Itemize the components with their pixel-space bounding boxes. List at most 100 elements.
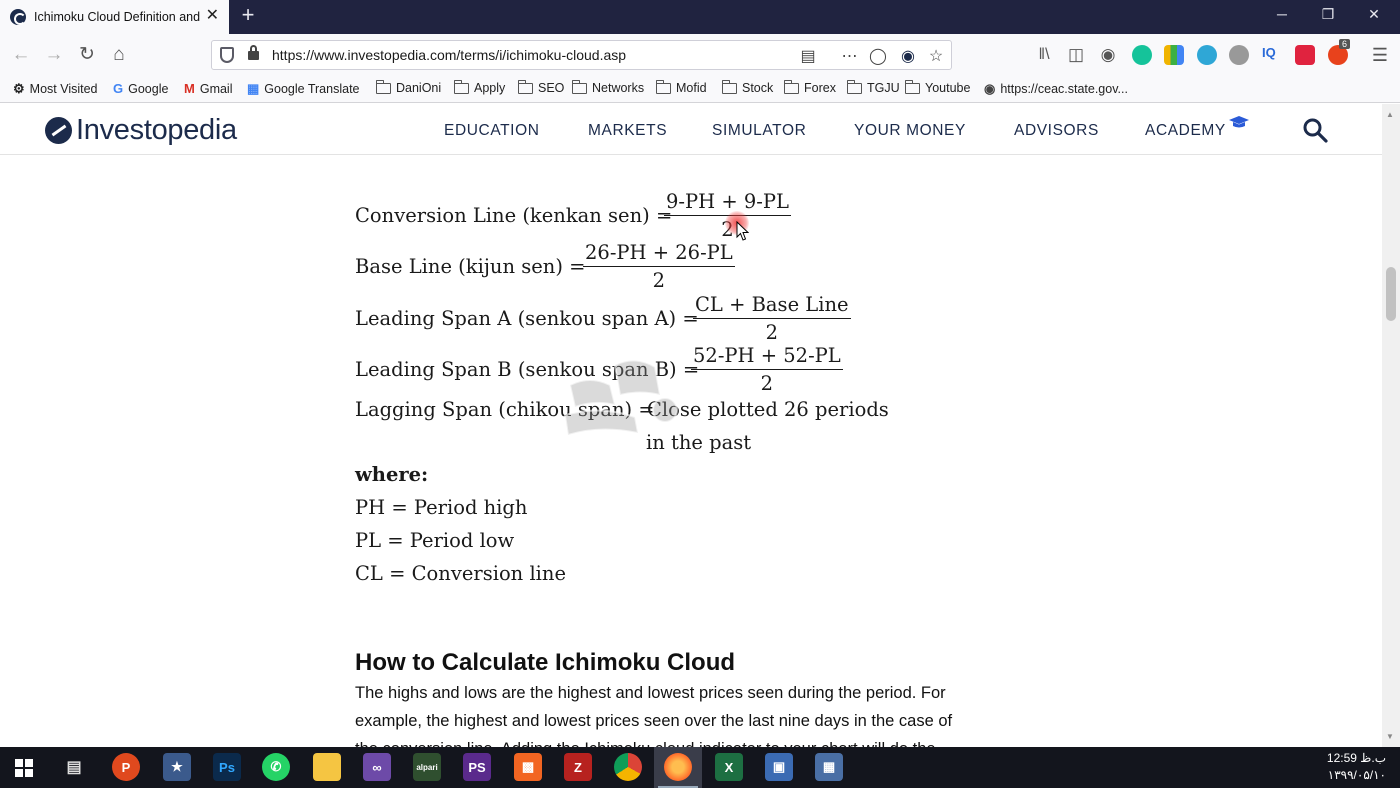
bookmark-forex[interactable]: Forex xyxy=(783,79,836,95)
nav-advisors[interactable]: ADVISORS xyxy=(1014,122,1099,140)
bookmark-mofid[interactable]: Mofid xyxy=(655,79,707,95)
formula-lagging-value-line2: in the past xyxy=(646,431,752,454)
browser-tab-strip: Ichimoku Cloud Definition and ✕ + ─ ❐ ✕ xyxy=(0,0,1400,34)
browser-tab-active[interactable]: Ichimoku Cloud Definition and ✕ xyxy=(0,0,229,34)
tab-close-icon[interactable]: ✕ xyxy=(206,8,219,24)
search-icon[interactable] xyxy=(1302,117,1328,143)
bookmark-apply[interactable]: Apply xyxy=(453,79,505,95)
where-heading: where: xyxy=(355,463,429,486)
nav-academy[interactable]: ACADEMY xyxy=(1145,122,1226,140)
new-tab-button[interactable]: + xyxy=(236,4,260,28)
formula-span-b-fraction: 52-PH + 52-PL 2 xyxy=(691,344,843,395)
folder-icon xyxy=(904,79,920,94)
app-p-icon[interactable]: P xyxy=(112,753,140,781)
whatsapp-icon[interactable]: ✆ xyxy=(262,753,290,781)
bookmark-gmail[interactable]: M Gmail xyxy=(184,81,233,96)
nav-simulator[interactable]: SIMULATOR xyxy=(712,122,806,140)
bookmarks-toolbar: ⚙ Most Visited G Google M Gmail ▦ Google Tra… xyxy=(0,76,1400,103)
bookmark-youtube[interactable]: Youtube xyxy=(904,79,970,95)
photoshop-icon[interactable]: Ps xyxy=(213,753,241,781)
nav-education[interactable]: EDUCATION xyxy=(444,122,540,140)
forward-arrow-icon[interactable]: → xyxy=(42,43,66,67)
red-extension-icon[interactable] xyxy=(1295,45,1315,65)
moon-extension-icon[interactable] xyxy=(1229,45,1249,65)
bookmark-networks[interactable]: Networks xyxy=(571,79,644,95)
nav-markets[interactable]: MARKETS xyxy=(588,122,667,140)
iq-extension-icon[interactable]: IQ xyxy=(1262,45,1282,65)
task-view-icon[interactable]: ▤ xyxy=(60,753,88,781)
sidebar-icon[interactable]: ◫ xyxy=(1064,43,1088,67)
bookmark-star-icon[interactable]: ☆ xyxy=(926,46,946,66)
folder-icon xyxy=(375,79,391,94)
fraction-numerator: 26-PH + 26-PL xyxy=(583,241,735,267)
definition-cl: CL = Conversion line xyxy=(355,562,567,585)
bookmark-tgju[interactable]: TGJU xyxy=(846,79,900,95)
notification-badge: 6 xyxy=(1339,39,1351,49)
analytics-icon[interactable] xyxy=(1164,45,1184,65)
bookmark-ceac[interactable]: ◉ https://ceac.state.gov... xyxy=(984,81,1128,97)
reload-icon[interactable]: ↻ xyxy=(75,43,99,67)
bookmark-stock[interactable]: Stock xyxy=(721,79,773,95)
gear-icon: ⚙ xyxy=(13,81,25,96)
minimize-button[interactable]: ─ xyxy=(1272,6,1292,22)
investopedia-logo-icon xyxy=(45,117,72,144)
restore-button[interactable]: ❐ xyxy=(1318,6,1338,23)
library-icon[interactable]: ‖\ xyxy=(1032,43,1056,67)
fraction-numerator: 52-PH + 52-PL xyxy=(691,344,843,370)
app-computer-icon[interactable]: ▣ xyxy=(765,753,793,781)
system-clock[interactable]: 12:59 ب.ظ ۱۳۹۹/۰۵/۱۰ xyxy=(1327,750,1386,784)
hamburger-menu-icon[interactable]: ☰ xyxy=(1368,43,1392,67)
site-header: Investopedia EDUCATION MARKETS SIMULATOR… xyxy=(0,104,1382,155)
bookmark-most-visited[interactable]: ⚙ Most Visited xyxy=(13,81,98,97)
folder-icon xyxy=(655,79,671,94)
back-arrow-icon[interactable]: ← xyxy=(9,43,33,67)
pocket-icon[interactable]: ◯ xyxy=(868,46,888,66)
firefox-icon[interactable] xyxy=(664,753,692,781)
scroll-down-arrow-icon[interactable]: ▼ xyxy=(1386,732,1394,741)
scrollbar-thumb[interactable] xyxy=(1386,267,1396,321)
calculator-icon[interactable]: ▦ xyxy=(815,753,843,781)
chrome-icon[interactable] xyxy=(614,753,642,781)
file-explorer-icon[interactable] xyxy=(313,753,341,781)
filezilla-icon[interactable]: Z xyxy=(564,753,592,781)
bookmark-google[interactable]: G Google xyxy=(113,81,168,96)
section-heading: How to Calculate Ichimoku Cloud xyxy=(355,649,736,676)
gear-extension-icon[interactable] xyxy=(1197,45,1217,65)
folder-icon xyxy=(846,79,862,94)
account-icon[interactable]: ◉ xyxy=(1096,43,1120,67)
shield-extension-icon[interactable]: 6 xyxy=(1328,39,1351,65)
page-actions-icon[interactable]: ⋯ xyxy=(840,46,860,66)
app-network-icon[interactable]: ★ xyxy=(163,753,191,781)
url-text[interactable]: https://www.investopedia.com/terms/i/ich… xyxy=(272,47,626,63)
address-bar[interactable]: https://www.investopedia.com/terms/i/ich… xyxy=(211,40,952,70)
investopedia-logo[interactable]: Investopedia xyxy=(45,114,237,147)
fraction-denominator: 2 xyxy=(652,269,666,292)
reader-view-icon[interactable]: ▤ xyxy=(798,46,818,66)
bookmark-seo[interactable]: SEO xyxy=(517,79,564,95)
lock-icon[interactable] xyxy=(248,45,259,60)
clock-date: ۱۳۹۹/۰۵/۱۰ xyxy=(1327,768,1386,782)
home-icon[interactable]: ⌂ xyxy=(107,43,131,67)
grammarly-icon[interactable] xyxy=(1132,45,1152,65)
bookmark-google-translate[interactable]: ▦ Google Translate xyxy=(247,81,360,97)
phpstorm-icon[interactable]: PS xyxy=(463,753,491,781)
formula-span-a-fraction: CL + Base Line 2 xyxy=(693,293,851,344)
bookmark-danioni[interactable]: DaniOni xyxy=(375,79,441,95)
extension-a-icon[interactable]: ◉ xyxy=(898,46,918,66)
clock-time: 12:59 ب.ظ xyxy=(1326,751,1386,765)
page-scrollbar[interactable]: ▲ ▼ xyxy=(1382,104,1400,747)
windows-start-icon[interactable] xyxy=(15,759,33,777)
folder-icon xyxy=(453,79,469,94)
app-orange-icon[interactable]: ▩ xyxy=(514,753,542,781)
fraction-denominator: 2 xyxy=(765,321,778,344)
gmail-icon: M xyxy=(184,81,195,96)
nav-your-money[interactable]: YOUR MONEY xyxy=(854,122,966,140)
tracking-shield-icon[interactable] xyxy=(220,47,234,63)
excel-icon[interactable]: X xyxy=(715,753,743,781)
visual-studio-icon[interactable]: ∞ xyxy=(363,753,391,781)
window-close-button[interactable]: ✕ xyxy=(1364,6,1384,23)
folder-icon xyxy=(571,79,587,94)
article-content: Conversion Line (kenkan sen) = 9-PH + 9-… xyxy=(0,155,1382,747)
alpari-icon[interactable]: alpari xyxy=(413,753,441,781)
scroll-up-arrow-icon[interactable]: ▲ xyxy=(1386,110,1394,119)
